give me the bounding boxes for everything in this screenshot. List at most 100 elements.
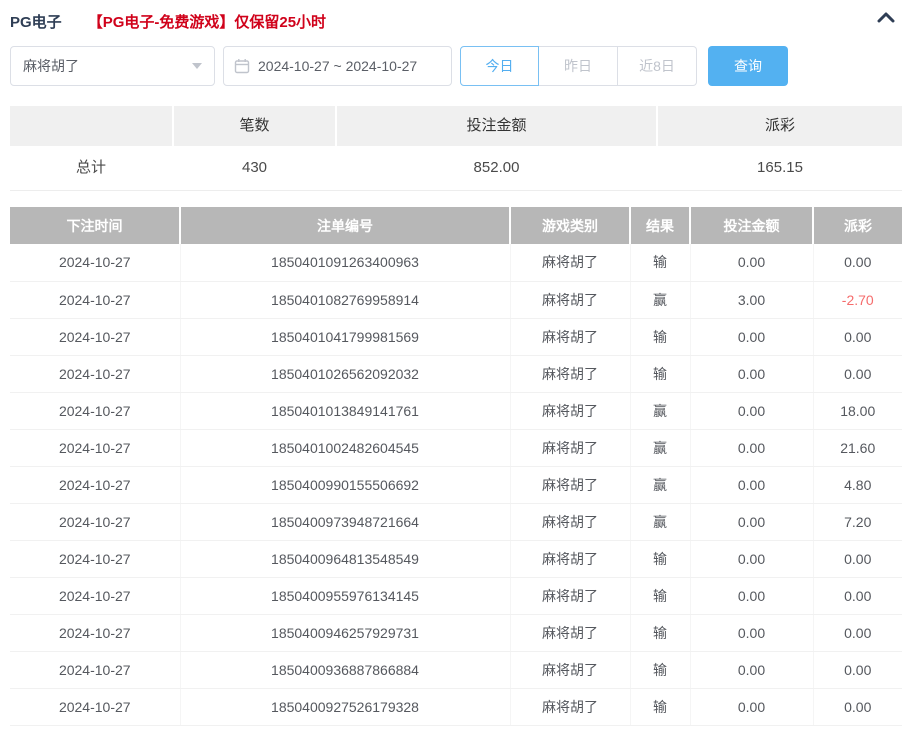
payout-cell: 18.00 [813, 392, 902, 430]
records-body: 2024-10-27 1850401091263400963 麻将胡了输 0.00 0.… [10, 244, 902, 726]
summary-total-row: 总计 430 852.00 165.15 [10, 146, 902, 191]
summary-header-payout: 派彩 [658, 106, 902, 146]
today-button[interactable]: 今日 [460, 46, 539, 86]
bet-id-cell: 1850400990155506692 [180, 466, 511, 504]
col-payout: 派彩 [813, 207, 902, 244]
game-type-cell: 麻将胡了 [510, 688, 631, 726]
col-bet-amount: 投注金额 [690, 207, 814, 244]
game-type-cell: 麻将胡了 [510, 244, 631, 282]
payout-cell: 7.20 [813, 503, 902, 541]
bet-amount-cell: 0.00 [690, 318, 814, 356]
bet-amount-cell: 0.00 [690, 503, 814, 541]
game-type-cell: 麻将胡了 [510, 318, 631, 356]
game-type-cell: 麻将胡了 [510, 429, 631, 467]
game-type-cell: 麻将胡了 [510, 355, 631, 393]
bet-amount-cell: 0.00 [690, 355, 814, 393]
bet-id-cell: 1850401013849141761 [180, 392, 511, 430]
game-type-cell: 麻将胡了 [510, 503, 631, 541]
table-row: 2024-10-27 1850400964813548549 麻将胡了输 0.00 0.… [10, 540, 902, 578]
table-row: 2024-10-27 1850401082769958914 麻将胡了赢 3.00 -2… [10, 281, 902, 319]
payout-cell: 0.00 [813, 318, 902, 356]
date-range-input[interactable]: 2024-10-27 ~ 2024-10-27 [223, 46, 452, 86]
topbar: PG电子 【PG电子-免费游戏】仅保留25小时 [10, 0, 902, 34]
game-type-cell: 麻将胡了 [510, 577, 631, 615]
game-select-value: 麻将胡了 [23, 58, 79, 74]
bet-id-cell: 1850400946257929731 [180, 614, 511, 652]
bet-time-cell: 2024-10-27 [10, 540, 181, 578]
table-row: 2024-10-27 1850400927526179328 麻将胡了输 0.00 0.… [10, 688, 902, 726]
summary-count-value: 430 [174, 146, 335, 190]
game-select[interactable]: 麻将胡了 [10, 46, 215, 86]
summary-header-row: 笔数 投注金额 派彩 [10, 106, 902, 146]
bet-time-cell: 2024-10-27 [10, 577, 181, 615]
yesterday-button[interactable]: 昨日 [539, 46, 618, 86]
col-bet-time: 下注时间 [10, 207, 181, 244]
bet-amount-cell: 0.00 [690, 392, 814, 430]
summary-table: 笔数 投注金额 派彩 总计 430 852.00 165.15 [10, 106, 902, 191]
game-type-cell: 麻将胡了 [510, 392, 631, 430]
bet-amount-cell: 3.00 [690, 281, 814, 319]
table-row: 2024-10-27 1850400973948721664 麻将胡了赢 0.00 7.… [10, 503, 902, 541]
bet-amount-cell: 0.00 [690, 466, 814, 504]
last-8-days-button[interactable]: 近8日 [618, 46, 697, 86]
summary-header-cell [10, 106, 172, 146]
game-type-cell: 麻将胡了 [510, 281, 631, 319]
payout-cell: 0.00 [813, 651, 902, 689]
bet-time-cell: 2024-10-27 [10, 392, 181, 430]
table-row: 2024-10-27 1850400936887866884 麻将胡了输 0.00 0.… [10, 651, 902, 689]
payout-cell: 21.60 [813, 429, 902, 467]
calendar-icon [234, 59, 250, 74]
payout-cell: 4.80 [813, 466, 902, 504]
bet-amount-cell: 0.00 [690, 540, 814, 578]
bet-time-cell: 2024-10-27 [10, 429, 181, 467]
page-title: PG电子 [10, 14, 62, 31]
search-button[interactable]: 查询 [708, 46, 788, 86]
bet-amount-cell: 0.00 [690, 688, 814, 726]
result-cell: 输 [630, 577, 691, 615]
payout-cell: 0.00 [813, 244, 902, 282]
result-cell: 赢 [630, 392, 691, 430]
bet-time-cell: 2024-10-27 [10, 244, 181, 282]
table-row: 2024-10-27 1850401026562092032 麻将胡了输 0.00 0.… [10, 355, 902, 393]
records-table: 下注时间 注单编号 游戏类别 结果 投注金额 派彩 2024-10-27 1850… [10, 207, 902, 726]
filter-bar: 麻将胡了 2024-10-27 ~ 2024-10-27 今日 昨日 近8日 查… [10, 46, 902, 86]
chevron-up-icon[interactable] [874, 6, 898, 30]
summary-payout-value: 165.15 [658, 146, 902, 190]
chevron-down-icon [192, 63, 202, 69]
bet-time-cell: 2024-10-27 [10, 355, 181, 393]
date-range-value: 2024-10-27 ~ 2024-10-27 [258, 58, 418, 74]
bet-time-cell: 2024-10-27 [10, 651, 181, 689]
table-row: 2024-10-27 1850400955976134145 麻将胡了输 0.00 0.… [10, 577, 902, 615]
result-cell: 输 [630, 244, 691, 282]
bet-time-cell: 2024-10-27 [10, 466, 181, 504]
bet-id-cell: 1850400973948721664 [180, 503, 511, 541]
bet-amount-cell: 0.00 [690, 429, 814, 467]
table-row: 2024-10-27 1850401041799981569 麻将胡了输 0.00 0.… [10, 318, 902, 356]
col-game-type: 游戏类别 [510, 207, 631, 244]
quick-range-group: 今日 昨日 近8日 [460, 46, 697, 86]
bet-time-cell: 2024-10-27 [10, 281, 181, 319]
summary-total-label: 总计 [10, 146, 172, 190]
bet-id-cell: 1850401002482604545 [180, 429, 511, 467]
game-type-cell: 麻将胡了 [510, 614, 631, 652]
payout-cell: 0.00 [813, 688, 902, 726]
result-cell: 输 [630, 651, 691, 689]
notice-text: 【PG电子-免费游戏】仅保留25小时 [87, 14, 327, 31]
bet-id-cell: 1850400936887866884 [180, 651, 511, 689]
payout-cell: 0.00 [813, 355, 902, 393]
result-cell: 赢 [630, 466, 691, 504]
bet-time-cell: 2024-10-27 [10, 503, 181, 541]
bet-amount-cell: 0.00 [690, 244, 814, 282]
result-cell: 输 [630, 614, 691, 652]
result-cell: 输 [630, 318, 691, 356]
bet-id-cell: 1850401082769958914 [180, 281, 511, 319]
bet-time-cell: 2024-10-27 [10, 614, 181, 652]
table-row: 2024-10-27 1850400990155506692 麻将胡了赢 0.00 4.… [10, 466, 902, 504]
summary-header-bet-amount: 投注金额 [337, 106, 656, 146]
bet-id-cell: 1850401041799981569 [180, 318, 511, 356]
summary-bet-amount-value: 852.00 [337, 146, 656, 190]
table-row: 2024-10-27 1850401013849141761 麻将胡了赢 0.00 18… [10, 392, 902, 430]
bet-id-cell: 1850400964813548549 [180, 540, 511, 578]
col-result: 结果 [630, 207, 691, 244]
result-cell: 输 [630, 688, 691, 726]
